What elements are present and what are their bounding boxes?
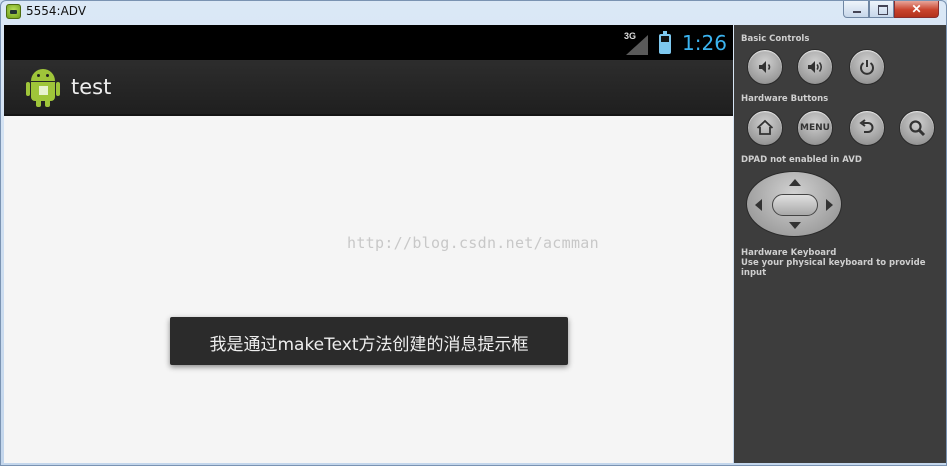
- basic-controls-label: Basic Controls: [741, 34, 810, 44]
- power-icon: [860, 60, 874, 75]
- emulator-window: 5554:ADV ✕ 3G 1:26 test http://blog.csdn…: [0, 0, 947, 466]
- minimize-button[interactable]: [843, 1, 869, 18]
- volume-down-button[interactable]: [747, 49, 783, 85]
- back-icon: [859, 119, 874, 133]
- dpad-down-icon[interactable]: [789, 222, 801, 229]
- network-type-label: 3G: [624, 31, 637, 41]
- maximize-button[interactable]: [869, 1, 894, 18]
- toast-text: 我是通过makeText方法创建的消息提示框: [209, 335, 529, 355]
- menu-button-label: MENU: [800, 123, 830, 133]
- device-screen[interactable]: 3G 1:26 test http://blog.csdn.net/acmman…: [4, 25, 733, 463]
- back-button[interactable]: [849, 110, 885, 146]
- volume-down-icon: [759, 61, 771, 73]
- status-bar: 3G 1:26: [4, 25, 733, 60]
- menu-button[interactable]: MENU: [797, 110, 833, 146]
- dpad-up-icon[interactable]: [789, 179, 801, 186]
- volume-up-icon: [808, 61, 822, 73]
- android-logo-icon[interactable]: [26, 68, 60, 108]
- search-button[interactable]: [899, 110, 935, 146]
- search-icon: [909, 120, 926, 137]
- app-title: test: [71, 75, 112, 99]
- hardware-keyboard-description: Use your physical keyboard to provide in…: [741, 258, 926, 278]
- dpad-label: DPAD not enabled in AVD: [741, 155, 862, 165]
- status-clock: 1:26: [682, 31, 727, 55]
- dpad-right-icon[interactable]: [826, 199, 833, 211]
- close-icon: ✕: [911, 2, 922, 16]
- window-title: 5554:ADV: [26, 4, 87, 18]
- dpad[interactable]: [746, 171, 842, 237]
- home-button[interactable]: [747, 110, 783, 146]
- emulator-app-icon: [6, 4, 21, 19]
- volume-up-button[interactable]: [797, 49, 833, 85]
- battery-icon: [659, 31, 671, 54]
- hardware-keyboard-label: Hardware Keyboard: [741, 248, 837, 258]
- power-button[interactable]: [849, 49, 885, 85]
- home-icon: [756, 119, 774, 135]
- emulator-control-panel: Basic Controls Hardware Buttons MENU DPA…: [734, 25, 946, 463]
- close-button[interactable]: ✕: [894, 1, 939, 18]
- dpad-left-icon[interactable]: [755, 199, 762, 211]
- dpad-center-button[interactable]: [772, 194, 818, 216]
- hardware-buttons-label: Hardware Buttons: [741, 94, 829, 104]
- signal-icon: 3G: [624, 31, 648, 55]
- title-bar[interactable]: 5554:ADV ✕: [1, 1, 946, 23]
- action-bar: test: [4, 60, 733, 116]
- toast-message: 我是通过makeText方法创建的消息提示框: [170, 317, 568, 365]
- watermark: http://blog.csdn.net/acmman: [347, 234, 599, 252]
